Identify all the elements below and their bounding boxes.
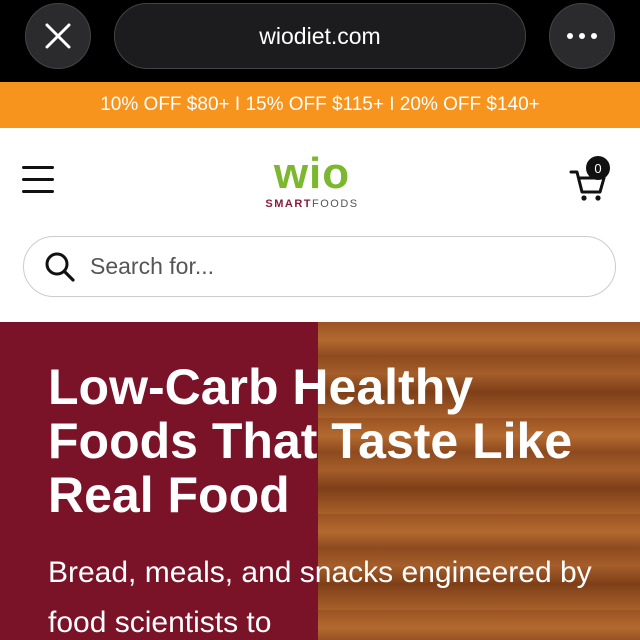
hero-title: Low-Carb Healthy Foods That Taste Like R… (48, 359, 573, 523)
cart-count-badge: 0 (586, 156, 610, 180)
url-text: wiodiet.com (259, 22, 381, 49)
search-bar[interactable] (23, 236, 616, 297)
more-options-button[interactable] (549, 3, 615, 69)
logo-mark: wio (273, 149, 351, 198)
site-logo[interactable]: wio SMARTFOODS (250, 149, 374, 211)
more-icon (567, 33, 597, 39)
close-button[interactable] (25, 3, 91, 69)
promo-text: 10% OFF $80+ I 15% OFF $115+ I 20% OFF $… (100, 94, 540, 115)
hero-banner: Low-Carb Healthy Foods That Taste Like R… (0, 322, 640, 640)
search-input[interactable] (90, 253, 570, 280)
browser-toolbar: wiodiet.com (0, 0, 640, 82)
logo-subtitle: SMARTFOODS (265, 198, 359, 210)
close-icon (45, 23, 71, 49)
search-icon (45, 252, 75, 282)
address-bar[interactable]: wiodiet.com (114, 3, 526, 69)
site-header: wio SMARTFOODS 0 (0, 128, 640, 322)
promo-banner[interactable]: 10% OFF $80+ I 15% OFF $115+ I 20% OFF $… (0, 82, 640, 128)
hero-subtitle: Bread, meals, and snacks engineered by f… (48, 556, 592, 639)
hamburger-menu-icon[interactable] (22, 166, 54, 194)
